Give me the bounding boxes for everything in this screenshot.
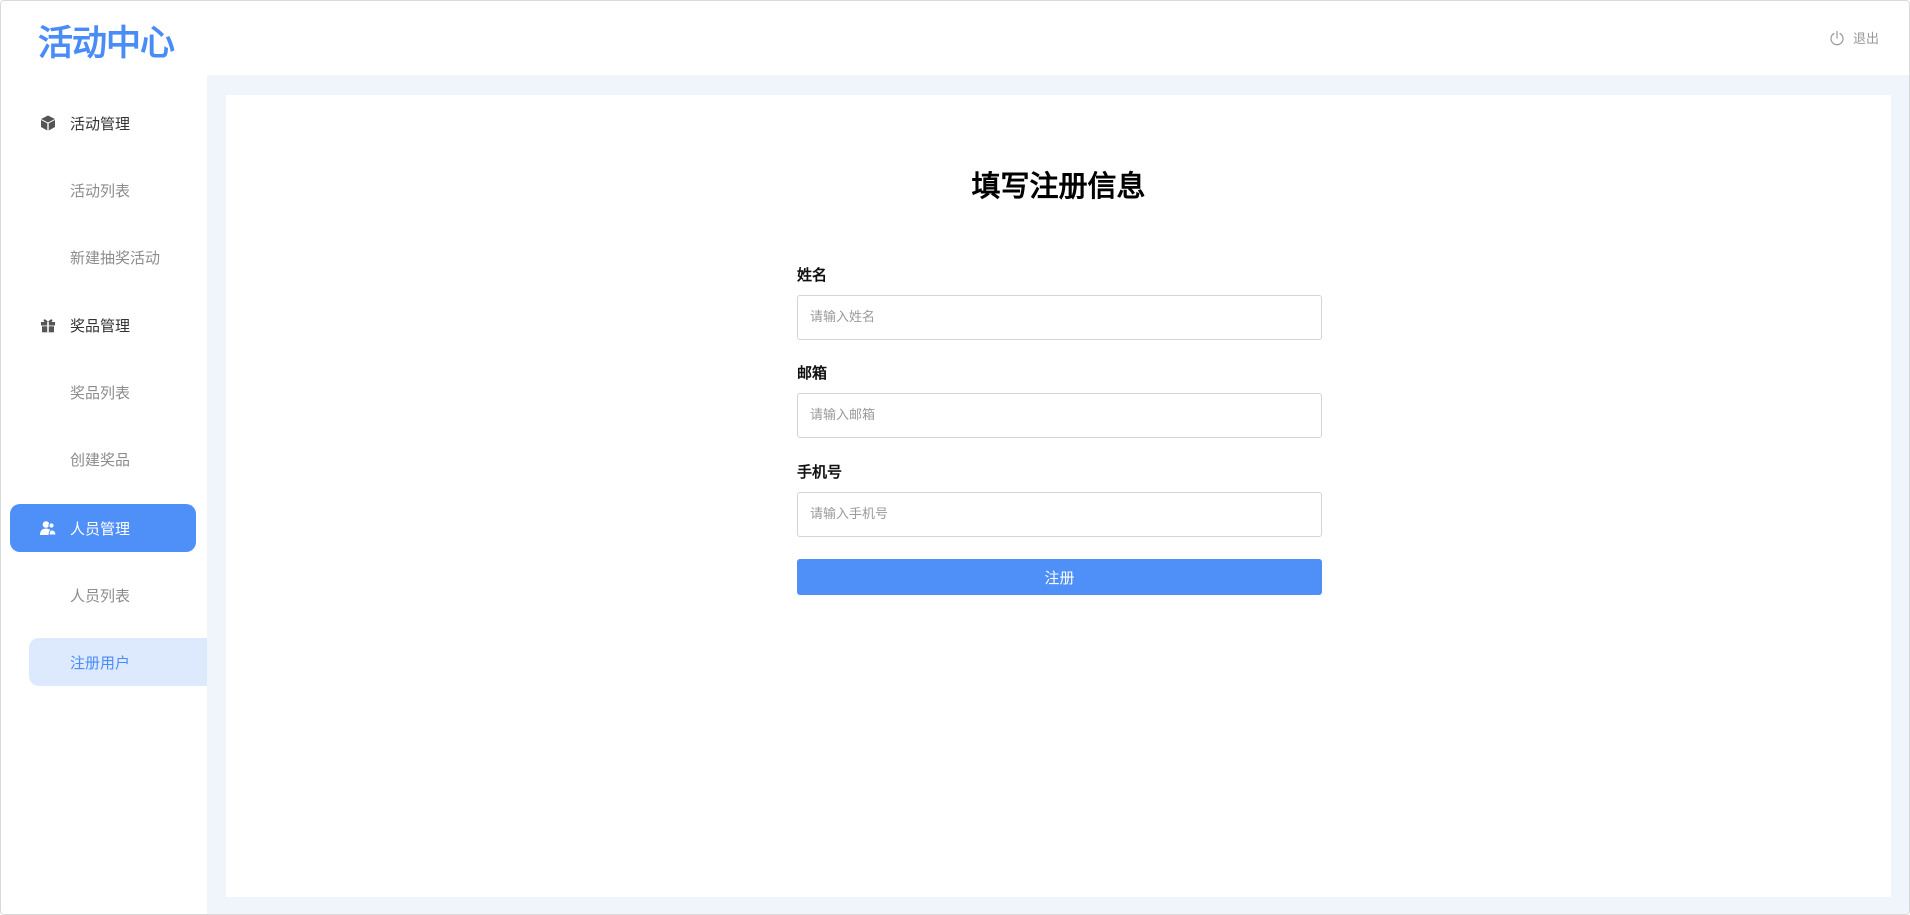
logout-button[interactable]: 退出 xyxy=(1829,28,1879,47)
register-card: 填写注册信息 姓名 邮箱 手机号 注册 xyxy=(226,95,1891,897)
phone-label: 手机号 xyxy=(797,463,843,481)
sidebar-group-people[interactable]: 人员管理 xyxy=(10,504,196,552)
email-input[interactable] xyxy=(797,393,1322,438)
name-input[interactable] xyxy=(797,295,1322,340)
sidebar-item-label: 人员列表 xyxy=(70,586,131,605)
sidebar-item-label: 活动列表 xyxy=(70,181,131,200)
power-icon xyxy=(1829,30,1845,46)
gift-icon xyxy=(39,316,57,334)
sidebar-item-label: 注册用户 xyxy=(70,653,131,672)
phone-input[interactable] xyxy=(797,492,1322,537)
register-button[interactable]: 注册 xyxy=(797,559,1322,595)
sidebar-group-label: 活动管理 xyxy=(70,114,131,133)
app-logo: 活动中心 xyxy=(38,24,175,64)
sidebar-item-label: 新建抽奖活动 xyxy=(70,248,161,267)
sidebar-item-people-list[interactable]: 人员列表 xyxy=(29,571,207,619)
sidebar-item-create-prize[interactable]: 创建奖品 xyxy=(29,435,207,483)
sidebar-group-prize[interactable]: 奖品管理 xyxy=(10,301,196,349)
sidebar-group-activity[interactable]: 活动管理 xyxy=(10,99,196,147)
top-header: 活动中心 退出 xyxy=(1,1,1909,75)
sidebar-group-label: 奖品管理 xyxy=(70,316,131,335)
logout-label: 退出 xyxy=(1852,32,1879,47)
name-label: 姓名 xyxy=(797,266,828,284)
users-icon xyxy=(39,519,57,537)
app-window: 活动中心 退出 活动管理 活动列表 新建抽奖活动 奖品管理 奖品列表 创建奖品 … xyxy=(0,0,1910,915)
page-title: 填写注册信息 xyxy=(971,169,1146,203)
sidebar-item-label: 奖品列表 xyxy=(70,383,131,402)
email-label: 邮箱 xyxy=(797,364,828,382)
cube-icon xyxy=(39,114,57,132)
sidebar-group-label: 人员管理 xyxy=(70,519,131,538)
sidebar-item-register-user[interactable]: 注册用户 xyxy=(29,638,207,686)
sidebar: 活动管理 活动列表 新建抽奖活动 奖品管理 奖品列表 创建奖品 人员管理 人员列… xyxy=(1,75,207,914)
sidebar-item-label: 创建奖品 xyxy=(70,450,131,469)
sidebar-item-new-lottery[interactable]: 新建抽奖活动 xyxy=(29,233,207,281)
sidebar-item-prize-list[interactable]: 奖品列表 xyxy=(29,368,207,416)
sidebar-item-activity-list[interactable]: 活动列表 xyxy=(29,166,207,214)
